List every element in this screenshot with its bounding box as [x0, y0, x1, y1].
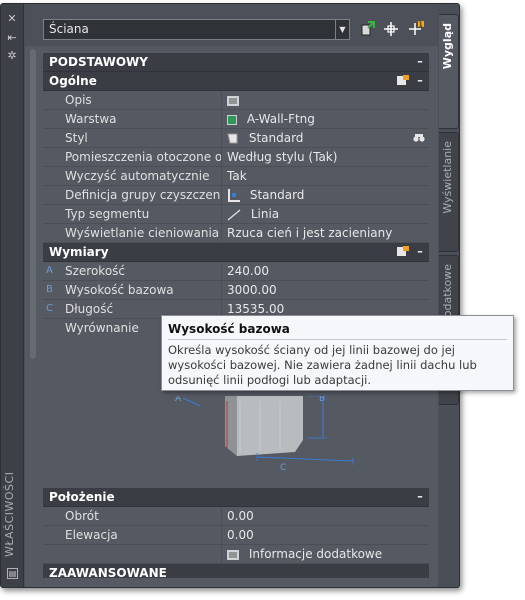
properties-palette: ✕ ⇤ ✲ WŁAŚCIWOŚCI ▤ Ściana ▼ 1 PODSTAWOW… [0, 3, 460, 588]
property-value[interactable]: Standard [227, 129, 429, 147]
section-header-position[interactable]: Położenie – [43, 488, 429, 507]
diagram-label-b: B [319, 396, 325, 404]
auto-hide-icon[interactable]: ⇤ [4, 31, 20, 45]
property-value[interactable]: 0.00 [227, 526, 429, 544]
property-row-base-height[interactable]: B Wysokość bazowa 3000.00 [43, 281, 429, 300]
diagram-label-a: A [175, 396, 182, 404]
property-name: Wyczyść automatycznie [65, 167, 222, 185]
property-name: Opis [65, 91, 222, 109]
property-row-style[interactable]: Styl Standard [43, 129, 429, 148]
section-title: Ogólne [49, 74, 97, 88]
property-value[interactable]: 3000.00 [227, 281, 429, 299]
property-value[interactable]: Tak [227, 167, 429, 185]
minus-icon[interactable]: – [415, 75, 425, 86]
property-value[interactable]: 0.00 [227, 507, 429, 525]
layer-color-swatch [227, 114, 237, 125]
tooltip: Wysokość bazowa Określa wysokość ściany … [161, 315, 514, 391]
wall-style-icon [227, 133, 238, 144]
property-name: Pomieszczenia otoczone o... [65, 148, 222, 166]
dimension-marker: A [46, 265, 53, 276]
line-segment-icon [227, 209, 241, 220]
section-title: Położenie [49, 490, 115, 504]
property-value[interactable]: A-Wall-Ftng [227, 110, 429, 128]
pickadd-toggle-icon[interactable]: 1 [407, 20, 425, 38]
property-value[interactable]: Rzuca cień i jest zacieniany [227, 224, 429, 242]
property-row-elevation[interactable]: Elewacja 0.00 [43, 526, 429, 545]
select-objects-icon[interactable] [382, 20, 400, 38]
vertical-scrollbar[interactable] [30, 49, 36, 359]
wall-dimension-diagram: A B C [175, 396, 354, 471]
property-row-shadow-display[interactable]: Wyświetlanie cieniowania Rzuca cień i je… [43, 224, 429, 243]
property-value[interactable]: Według stylu (Tak) [227, 148, 429, 166]
diagram-label-c: C [280, 463, 286, 471]
property-name: Wyświetlanie cieniowania [65, 224, 222, 242]
section-header-advanced[interactable]: ZAAWANSOWANE [43, 564, 429, 578]
property-name: Warstwa [65, 110, 222, 128]
minus-icon[interactable]: – [415, 491, 425, 502]
property-name: Definicja grupy czyszczenia [65, 186, 222, 204]
chevron-down-icon[interactable]: ▼ [335, 20, 349, 39]
property-name: Wysokość bazowa [65, 281, 222, 299]
property-row-auto-cleanup[interactable]: Wyczyść automatycznie Tak [43, 167, 429, 186]
settings-icon[interactable]: ✲ [4, 49, 20, 63]
property-name [65, 545, 222, 563]
section-header-general[interactable]: Ogólne – [43, 72, 429, 91]
tooltip-divider [168, 339, 507, 340]
property-name: Elewacja [65, 526, 222, 544]
property-name: Szerokość [65, 262, 222, 280]
palette-toolbar: Ściana ▼ 1 [25, 4, 438, 46]
text-editor-icon[interactable] [227, 95, 239, 106]
dimension-marker: B [46, 284, 53, 295]
property-value[interactable]: 240.00 [227, 262, 429, 280]
section-title: Wymiary [49, 245, 109, 259]
property-row-segment-type[interactable]: Typ segmentu Linia [43, 205, 429, 224]
palette-main: Ściana ▼ 1 PODSTAWOWY – Ogólne – Opis Wa… [25, 4, 438, 587]
property-row-bounding-rooms[interactable]: Pomieszczenia otoczone o... Według stylu… [43, 148, 429, 167]
property-row-layer[interactable]: Warstwa A-Wall-Ftng [43, 110, 429, 129]
quick-select-icon[interactable] [359, 20, 377, 38]
tooltip-body: Określa wysokość ściany od jej linii baz… [168, 343, 477, 387]
property-row-rotation[interactable]: Obrót 0.00 [43, 507, 429, 526]
tab-display[interactable]: Wyświetlanie [439, 132, 459, 252]
svg-text:1: 1 [419, 21, 423, 29]
tooltip-title: Wysokość bazowa [168, 322, 290, 336]
property-value[interactable]: Linia [227, 205, 429, 223]
section-header-basic[interactable]: PODSTAWOWY – [43, 53, 429, 72]
palette-title-strip: ✕ ⇤ ✲ WŁAŚCIWOŚCI ▤ [1, 4, 24, 587]
cleanup-group-icon [228, 188, 240, 202]
properties-icon[interactable] [397, 75, 409, 86]
object-type-select[interactable]: Ściana ▼ [43, 19, 350, 40]
minus-icon[interactable]: – [415, 56, 425, 67]
minus-icon[interactable]: – [415, 246, 425, 257]
property-row-description[interactable]: Opis [43, 91, 429, 110]
property-name: Styl [65, 129, 222, 147]
binoculars-icon[interactable] [413, 133, 425, 143]
palette-title: WŁAŚCIWOŚCI [3, 471, 16, 557]
property-name: Typ segmentu [65, 205, 222, 223]
tab-appearance[interactable]: Wygląd [439, 14, 459, 129]
section-title: PODSTAWOWY [49, 55, 148, 69]
property-name: Obrót [65, 507, 222, 525]
properties-icon[interactable] [397, 246, 409, 257]
dimension-marker: C [46, 303, 53, 314]
property-row-cleanup-group[interactable]: Definicja grupy czyszczenia Standard [43, 186, 429, 205]
property-value[interactable] [227, 91, 429, 109]
property-row-additional-info[interactable]: Informacje dodatkowe [43, 545, 429, 564]
object-type-value: Ściana [49, 22, 89, 36]
palette-menu-icon[interactable]: ▤ [7, 568, 18, 579]
info-sheet-icon [227, 549, 239, 560]
property-row-width[interactable]: A Szerokość 240.00 [43, 262, 429, 281]
close-icon[interactable]: ✕ [4, 12, 20, 26]
section-title: ZAAWANSOWANE [49, 566, 167, 578]
property-value[interactable]: Standard [227, 186, 429, 204]
additional-info-button[interactable]: Informacje dodatkowe [227, 545, 429, 563]
section-header-dimensions[interactable]: Wymiary – [43, 243, 429, 262]
